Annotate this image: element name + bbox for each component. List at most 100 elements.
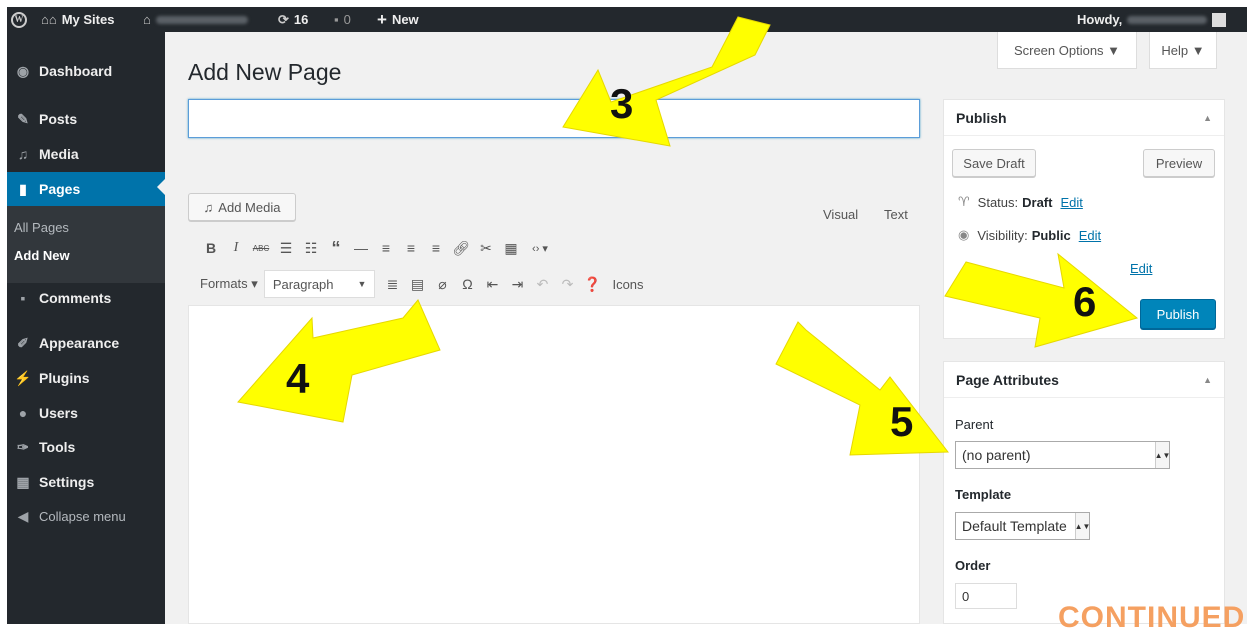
status-edit-link[interactable]: Edit (1060, 195, 1082, 210)
sidebar-item-posts[interactable]: ✎ Posts (7, 104, 165, 134)
sidebar-item-label: Pages (39, 181, 81, 197)
dropdown-arrow-icon: ▲▼ (1075, 513, 1090, 539)
strikethrough-icon[interactable]: ABC (250, 237, 272, 259)
toolbar-toggle-icon[interactable]: ▦ (500, 237, 522, 259)
sidebar-item-tools[interactable]: ✑ Tools (7, 432, 165, 462)
screen-options-button[interactable]: Screen Options ▼ (997, 32, 1137, 69)
visibility-value: Public (1031, 227, 1071, 243)
help-button[interactable]: Help ▼ (1149, 32, 1217, 69)
sidebar-item-pages[interactable]: ▮ Pages (7, 172, 165, 206)
blockquote-icon[interactable]: “ (325, 237, 347, 259)
dropdown-arrow-icon: ▲▼ (1155, 442, 1170, 468)
howdy-label: Howdy, (1077, 12, 1123, 27)
horizontal-line-icon[interactable]: — (350, 237, 372, 259)
paste-text-icon[interactable]: ▤ (406, 273, 428, 295)
sidebar-item-label: Comments (39, 290, 112, 306)
save-draft-label: Save Draft (963, 155, 1025, 171)
media-icon: ♫ (17, 146, 29, 162)
align-left-icon[interactable]: ≡ (375, 237, 397, 259)
sidebar-item-settings[interactable]: ▦ Settings (7, 467, 165, 497)
add-media-button[interactable]: ♫ Add Media (188, 193, 296, 221)
comments-link[interactable]: ▪ 0 (334, 7, 351, 32)
site-name-blurred (155, 15, 248, 24)
collapse-menu-button[interactable]: ◀ Collapse menu (7, 501, 165, 531)
sidebar-item-dashboard[interactable]: ◉ Dashboard (7, 56, 165, 86)
italic-icon[interactable]: I (225, 237, 247, 259)
page-attributes-header[interactable]: Page Attributes ▲ (944, 362, 1224, 398)
submenu-all-pages[interactable]: All Pages (14, 220, 69, 235)
preview-label: Preview (1155, 155, 1203, 171)
indent-icon[interactable]: ⇥ (506, 273, 528, 295)
help-label: Help ▼ (1161, 42, 1205, 58)
bullet-list-icon[interactable]: ☰ (275, 237, 297, 259)
comment-icon: ▪ (20, 290, 26, 306)
sidebar-item-plugins[interactable]: ⚡ Plugins (7, 363, 165, 393)
account-menu[interactable]: Howdy, (1077, 7, 1227, 32)
undo-icon[interactable]: ↶ (531, 273, 553, 295)
bold-icon[interactable]: B (200, 237, 222, 259)
parent-select[interactable]: (no parent) ▲▼ (955, 441, 1170, 469)
publish-box-header[interactable]: Publish ▲ (944, 100, 1224, 136)
collapse-icon: ◀ (17, 507, 29, 524)
publish-box-title: Publish (956, 109, 1007, 126)
step-number-3: 3 (610, 80, 634, 127)
comments-count: 0 (343, 12, 351, 27)
post-title-input[interactable] (188, 99, 920, 138)
formats-dropdown[interactable]: Formats ▾ (194, 276, 264, 292)
tab-visual[interactable]: Visual (823, 207, 858, 222)
updates-link[interactable]: ⟳ 16 (278, 7, 308, 32)
publish-button[interactable]: Publish (1140, 299, 1216, 329)
order-input[interactable]: 0 (955, 583, 1017, 609)
sidebar-item-appearance[interactable]: ✐ Appearance (7, 328, 165, 358)
sidebar-item-label: Appearance (39, 335, 120, 351)
sidebar-item-label: Plugins (39, 370, 90, 386)
tab-text[interactable]: Text (884, 207, 908, 222)
pages-submenu: All Pages Add New (7, 206, 165, 283)
editor-toolbar-row-2: Formats ▾ Paragraph ▼ ≣ ▤ ⌀ Ω ⇤ ⇥ ↶ ↷ ❓ … (194, 269, 926, 299)
admin-sidebar: ◉ Dashboard ✎ Posts ♫ Media ▮ Pages All … (7, 32, 165, 624)
schedule-row: Edit (1130, 261, 1152, 276)
visibility-edit-link[interactable]: Edit (1079, 228, 1101, 243)
pin-icon: ♈︎ (958, 194, 970, 209)
icons-button[interactable]: Icons (606, 277, 649, 292)
sidebar-item-users[interactable]: ● Users (7, 398, 165, 428)
special-character-icon[interactable]: Ω (456, 273, 478, 295)
preview-button[interactable]: Preview (1143, 149, 1215, 177)
align-right-icon[interactable]: ≡ (425, 237, 447, 259)
paragraph-select[interactable]: Paragraph ▼ (263, 270, 376, 298)
unlink-icon[interactable]: ✂ (475, 237, 497, 259)
schedule-edit-link[interactable]: Edit (1130, 261, 1152, 276)
my-sites-label: My Sites (61, 12, 115, 27)
sidebar-item-comments[interactable]: ▪ Comments (7, 283, 165, 313)
step-number-4: 4 (286, 355, 310, 402)
link-icon[interactable]: 🔗︎ (450, 237, 472, 259)
align-center-icon[interactable]: ≡ (400, 237, 422, 259)
template-select[interactable]: Default Template ▲▼ (955, 512, 1090, 540)
pages-icon: ▮ (19, 180, 27, 197)
eye-icon: ◉ (958, 227, 970, 242)
help-circle-icon[interactable]: ❓ (581, 273, 603, 295)
save-draft-button[interactable]: Save Draft (952, 149, 1036, 177)
justify-icon[interactable]: ≣ (381, 273, 403, 295)
my-sites-menu[interactable]: ⌂⌂ My Sites (41, 7, 114, 32)
wordpress-logo-icon[interactable]: W (11, 7, 27, 32)
editor-toolbar-row-1: B I ABC ☰ ☷ “ — ≡ ≡ ≡ 🔗︎ ✂ ▦ ‹› ▾ (200, 233, 932, 263)
status-label: Status: (977, 194, 1019, 210)
content-editor[interactable] (188, 305, 920, 624)
code-icon[interactable]: ‹› ▾ (525, 237, 555, 259)
numbered-list-icon[interactable]: ☷ (300, 237, 322, 259)
redo-icon[interactable]: ↷ (556, 273, 578, 295)
sites-icon: ⌂⌂ (41, 12, 57, 27)
refresh-icon: ⟳ (278, 12, 289, 27)
settings-icon: ▦ (16, 473, 30, 490)
outdent-icon[interactable]: ⇤ (481, 273, 503, 295)
sidebar-item-label: Media (39, 146, 79, 162)
site-name-menu[interactable]: ⌂ (143, 7, 248, 32)
collapse-label: Collapse menu (39, 508, 126, 524)
sidebar-item-media[interactable]: ♫ Media (7, 139, 165, 169)
visibility-label: Visibility: (977, 227, 1028, 243)
submenu-add-new[interactable]: Add New (14, 248, 70, 263)
parent-select-value: (no parent) (962, 447, 1031, 463)
clear-formatting-icon[interactable]: ⌀ (431, 273, 453, 295)
new-content-menu[interactable]: + New (377, 7, 419, 32)
